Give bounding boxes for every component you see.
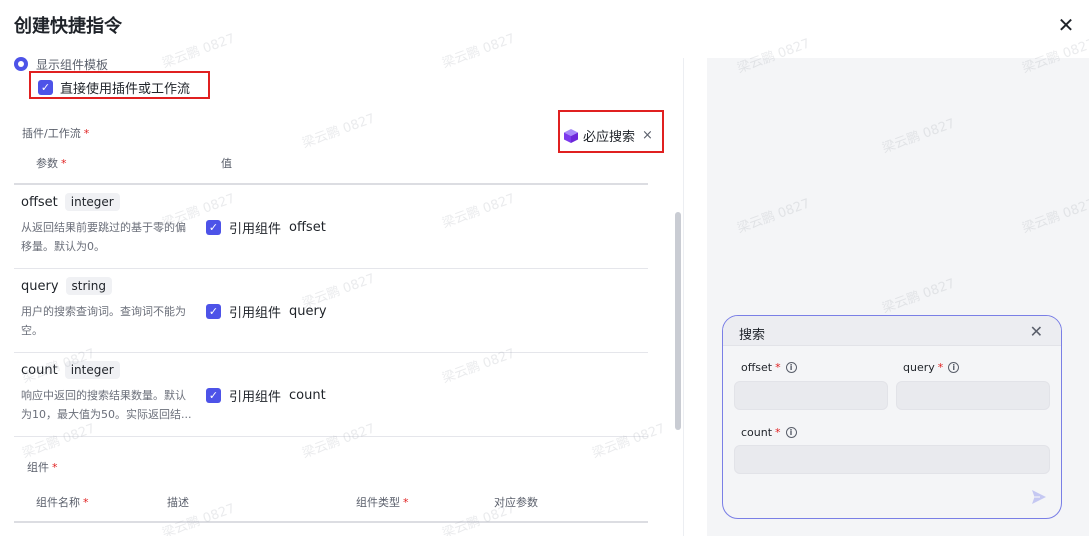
params-header-param: 参数 *: [36, 157, 67, 170]
ref-value: query: [289, 304, 327, 319]
radio-selected-icon[interactable]: [14, 57, 28, 71]
param-name-offset: offset integer: [21, 193, 120, 211]
watermark: 梁云鹏 0827: [300, 421, 378, 462]
ref-component-query[interactable]: ✓ 引用组件 query: [206, 302, 327, 321]
dialog-title: 创建快捷指令: [14, 16, 122, 37]
component-header-param: 对应参数: [494, 496, 538, 509]
field-label-count: count * i: [741, 426, 797, 439]
watermark: 梁云鹏 0827: [300, 111, 378, 152]
show-template-label: 显示组件模板: [36, 57, 109, 72]
offset-input[interactable]: [734, 381, 888, 410]
param-desc-query: 用户的搜索查询词。查询词不能为空。: [21, 305, 186, 337]
field-label-offset: offset * i: [741, 361, 797, 374]
show-template-option[interactable]: 显示组件模板: [14, 56, 108, 72]
param-name-query: query string: [21, 277, 112, 295]
watermark: 梁云鹏 0827: [440, 191, 518, 232]
close-icon[interactable]: ✕: [1056, 15, 1076, 35]
component-section-label: 组件 *: [27, 461, 58, 474]
row-divider: [14, 268, 648, 269]
type-badge: string: [65, 277, 112, 295]
count-input[interactable]: [734, 445, 1050, 474]
watermark: 梁云鹏 0827: [440, 31, 518, 72]
info-icon[interactable]: i: [785, 427, 797, 438]
required-mark: *: [403, 496, 409, 509]
component-header-divider: [14, 521, 648, 523]
preview-card-title: 搜索: [739, 328, 766, 343]
preview-card-header: 搜索 ✕: [723, 316, 1061, 346]
direct-use-highlight: ✓ 直接使用插件或工作流: [29, 71, 210, 99]
required-mark: *: [83, 127, 90, 140]
panel-divider: [683, 58, 684, 536]
plugin-name: 必应搜索: [583, 130, 636, 145]
query-input[interactable]: [896, 381, 1050, 410]
scrollbar-thumb[interactable]: [675, 212, 681, 430]
required-mark: *: [52, 461, 58, 474]
component-header-desc: 描述: [167, 496, 189, 509]
watermark: 梁云鹏 0827: [20, 421, 98, 462]
row-divider: [14, 352, 648, 353]
plugin-tag[interactable]: 必应搜索 ×: [563, 126, 653, 145]
plugin-tag-highlight: 必应搜索 ×: [558, 110, 664, 153]
type-badge: integer: [64, 361, 120, 379]
remove-plugin-icon[interactable]: ×: [642, 128, 653, 143]
ref-label: 引用组件: [229, 306, 282, 321]
row-divider: [14, 436, 648, 437]
field-label-query: query * i: [903, 361, 960, 374]
checkbox-checked-icon[interactable]: ✓: [38, 80, 53, 95]
cube-icon: [564, 128, 578, 143]
component-header-type: 组件类型 *: [356, 496, 409, 509]
preview-card: 搜索 ✕ offset * i query * i count * i: [722, 315, 1062, 519]
ref-value: count: [289, 388, 326, 403]
param-name-count: count integer: [21, 361, 120, 379]
watermark: 梁云鹏 0827: [590, 421, 668, 462]
direct-use-label: 直接使用插件或工作流: [60, 82, 191, 97]
param-desc-offset: 从返回结果前要跳过的基于零的偏移量。默认为0。: [21, 221, 186, 253]
param-desc-count: 响应中返回的搜索结果数量。默认为10，最大值为50。实际返回结...: [21, 389, 192, 421]
direct-use-option[interactable]: ✓ 直接使用插件或工作流: [38, 78, 190, 97]
close-icon[interactable]: ✕: [1030, 322, 1043, 341]
watermark: 梁云鹏 0827: [160, 31, 238, 72]
checkbox-checked-icon[interactable]: ✓: [206, 220, 221, 235]
required-mark: *: [61, 157, 67, 170]
ref-value: offset: [289, 220, 326, 235]
info-icon[interactable]: i: [785, 362, 797, 373]
plugin-section-label: 插件/工作流 *: [22, 127, 90, 140]
component-header-name: 组件名称 *: [36, 496, 89, 509]
ref-component-offset[interactable]: ✓ 引用组件 offset: [206, 218, 326, 237]
checkbox-checked-icon[interactable]: ✓: [206, 388, 221, 403]
header-divider: [14, 183, 648, 185]
params-header-value: 值: [221, 157, 232, 170]
ref-label: 引用组件: [229, 222, 282, 237]
ref-component-count[interactable]: ✓ 引用组件 count: [206, 386, 326, 405]
type-badge: integer: [64, 193, 120, 211]
send-icon[interactable]: [1030, 488, 1048, 506]
required-mark: *: [937, 361, 944, 374]
watermark: 梁云鹏 0827: [440, 346, 518, 387]
ref-label: 引用组件: [229, 390, 282, 405]
info-icon[interactable]: i: [948, 362, 960, 373]
required-mark: *: [775, 361, 781, 374]
required-mark: *: [775, 426, 781, 439]
required-mark: *: [83, 496, 89, 509]
checkbox-checked-icon[interactable]: ✓: [206, 304, 221, 319]
